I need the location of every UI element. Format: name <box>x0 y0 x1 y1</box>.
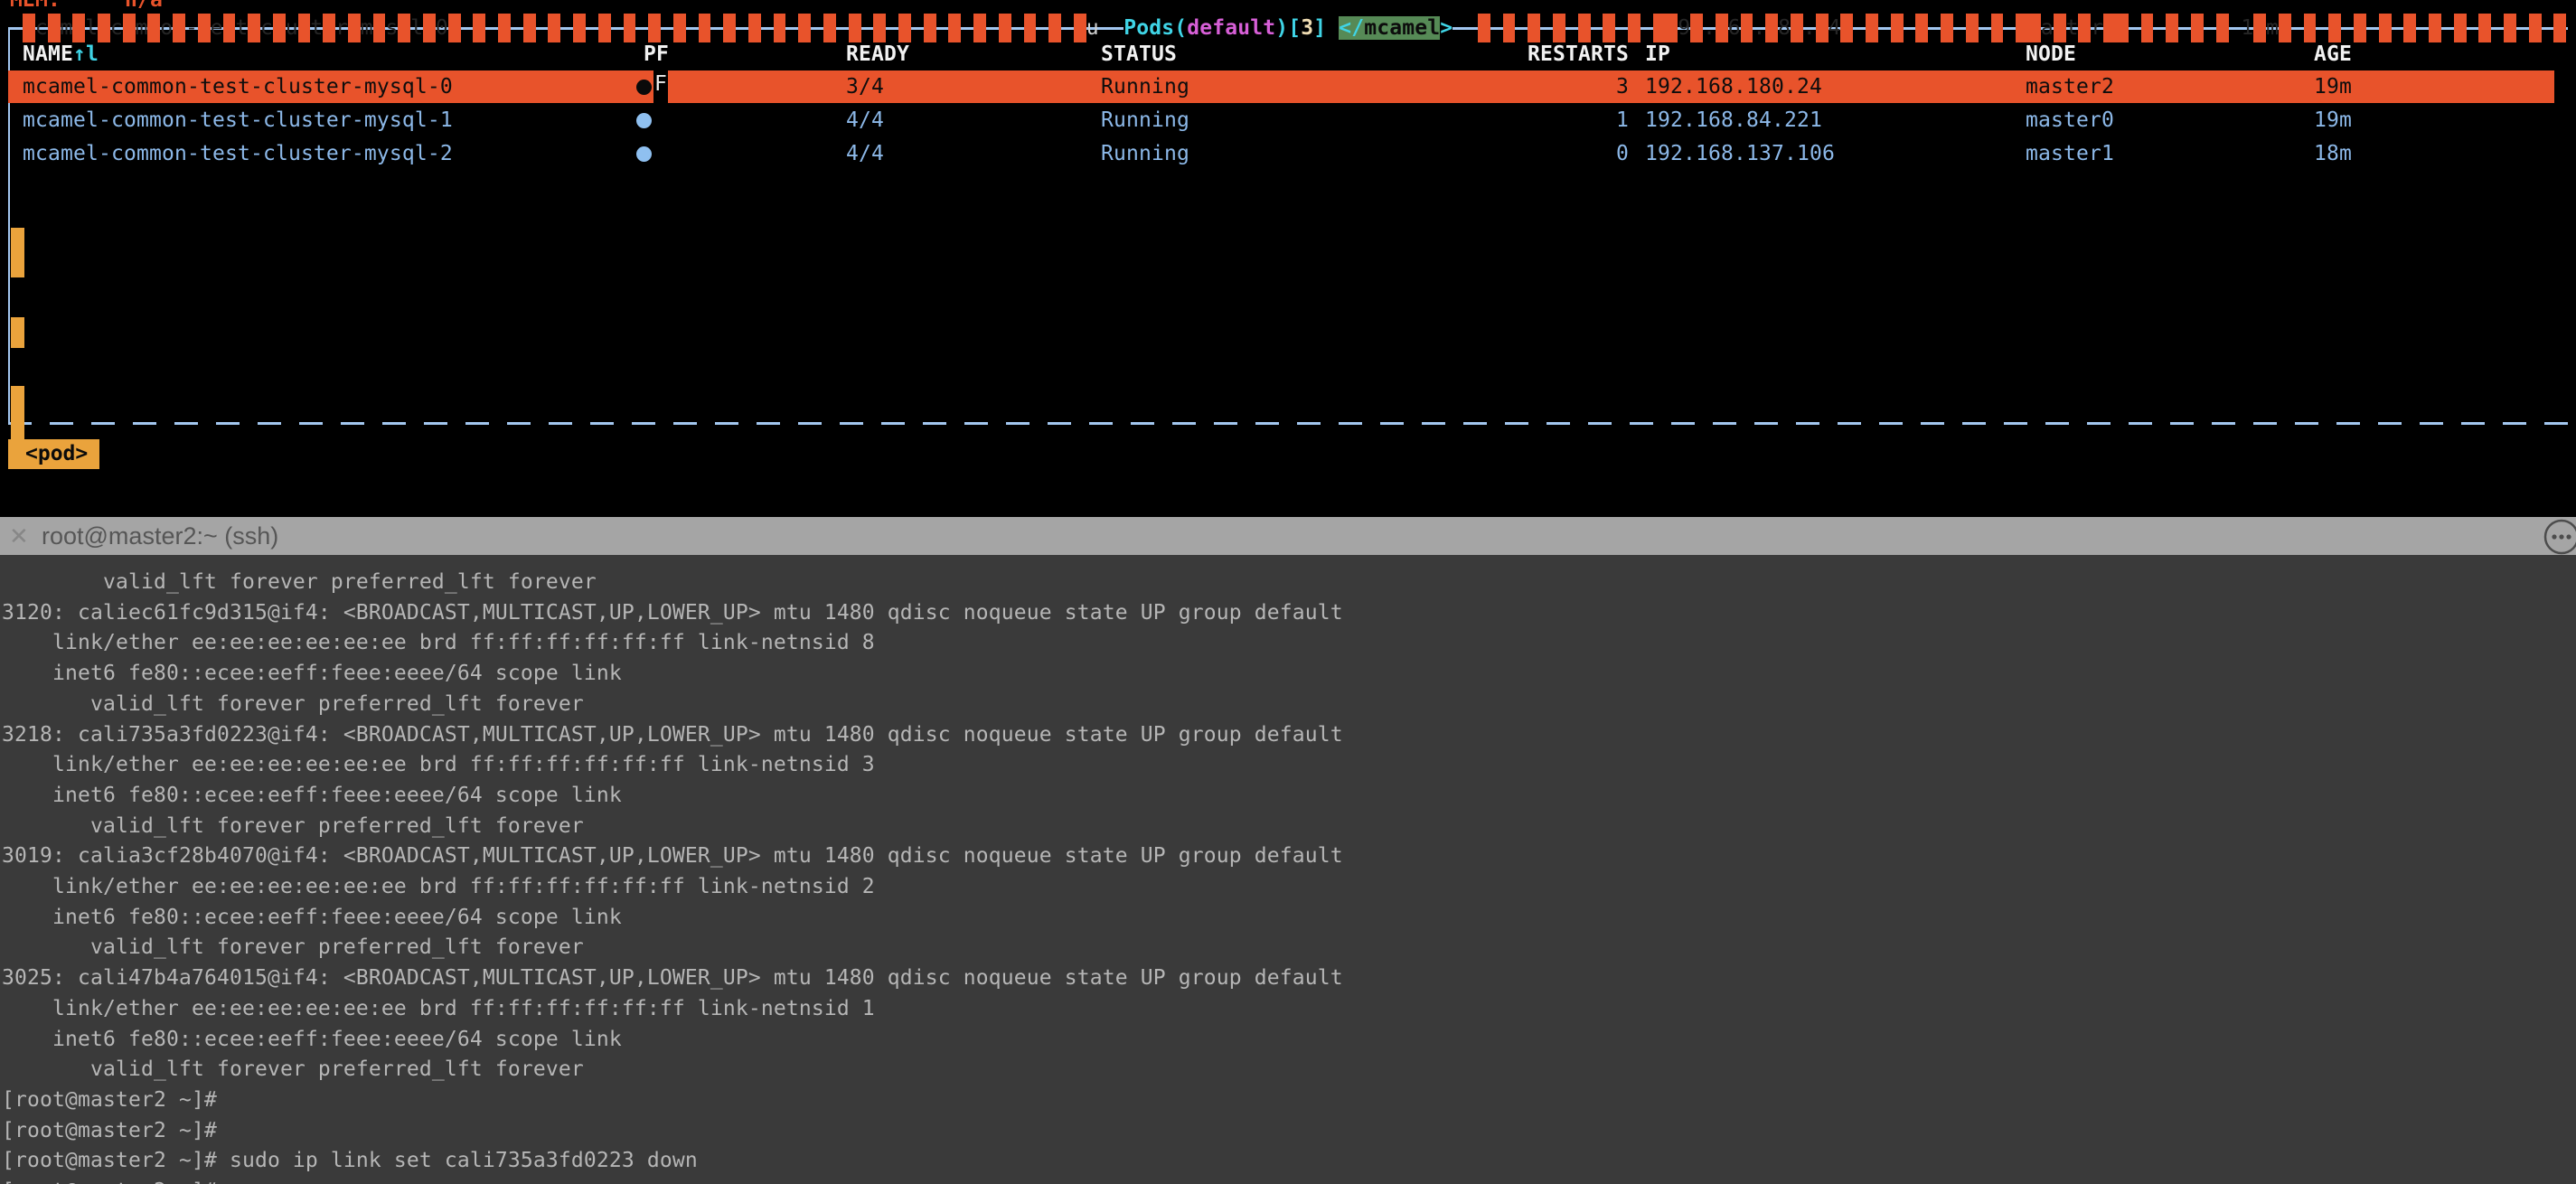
memory-value: n/a <box>125 0 163 13</box>
column-header-ip: IP <box>1645 38 1670 70</box>
pod-status: Running <box>1101 137 1189 170</box>
column-header-age: AGE <box>2314 38 2352 70</box>
pod-name: mcamel-common-test-cluster-mysql-2 <box>23 137 453 170</box>
breadcrumb-label: <pod> <box>25 442 88 465</box>
pf-indicator-dot <box>636 146 652 162</box>
memory-label: MEM: <box>10 0 61 13</box>
sort-arrow-icon: ↑ <box>73 42 86 66</box>
pf-cursor: F <box>653 66 668 103</box>
pod-age: 18m <box>2314 137 2352 170</box>
pod-node: master2 <box>2026 70 2114 103</box>
indicator-block <box>11 317 24 348</box>
column-header-ready: READY <box>846 38 909 70</box>
terminal-output[interactable]: valid_lft forever preferred_lft forever … <box>2 555 1356 1184</box>
breadcrumb: <pod> <box>8 439 99 469</box>
terminal-tab-title[interactable]: root@master2:~ (ssh) <box>42 517 278 555</box>
pod-status: Running <box>1101 104 1189 136</box>
column-header-restarts: RESTARTS <box>1528 38 1629 70</box>
pod-node: master0 <box>2026 104 2114 136</box>
pf-indicator-dot <box>636 80 652 95</box>
terminal-pane: ✕ root@master2:~ (ssh) valid_lft forever… <box>0 517 2576 1184</box>
pod-age: 19m <box>2314 70 2352 103</box>
pod-status: Running <box>1101 70 1189 103</box>
pod-name: mcamel-common-test-cluster-mysql-1 <box>23 104 453 136</box>
pod-ip: 192.168.137.106 <box>1645 137 1835 170</box>
pod-restarts: 3 <box>1529 70 1629 103</box>
pod-table-header: NAME↑lPFREADYSTATUSRESTARTSIPNODEAGE <box>0 38 2576 70</box>
pane-title: Pods(default)[3] </mcamel> <box>1123 14 1453 42</box>
k9s-pods-pane: MEM: n/a cmlcmo-etcutrmsl0uPods(default)… <box>0 0 2576 517</box>
column-header-name: NAME↑l <box>23 38 99 70</box>
marquee-border: cmlcmo-etcutrmsl0uPods(default)[3] </mca… <box>23 14 2576 42</box>
column-header-status: STATUS <box>1101 38 1177 70</box>
pf-indicator-dot <box>636 113 652 128</box>
column-header-node: NODE <box>2026 38 2076 70</box>
pod-age: 19m <box>2314 104 2352 136</box>
pod-ready: 4/4 <box>846 104 884 136</box>
screenshot-root: MEM: n/a cmlcmo-etcutrmsl0uPods(default)… <box>0 0 2576 1184</box>
indicator-block <box>11 228 24 277</box>
sort-key: l <box>86 42 99 66</box>
pod-ready: 3/4 <box>846 70 884 103</box>
pod-restarts: 1 <box>1529 104 1629 136</box>
pane-bottom-border <box>8 422 2576 425</box>
table-row[interactable]: mcamel-common-test-cluster-mysql-1 4/4 Run… <box>0 104 2576 136</box>
pod-ip: 192.168.180.24 <box>1645 70 1822 103</box>
pod-ip: 192.168.84.221 <box>1645 104 1822 136</box>
terminal-tab-bar: ✕ root@master2:~ (ssh) <box>0 517 2576 555</box>
pod-name: mcamel-common-test-cluster-mysql-0 <box>23 70 453 103</box>
table-row[interactable]: mcamel-common-test-cluster-mysql-0F3/4Ru… <box>0 70 2576 103</box>
close-icon[interactable]: ✕ <box>9 517 29 555</box>
more-options-icon[interactable] <box>2543 519 2576 555</box>
pod-restarts: 0 <box>1529 137 1629 170</box>
pod-ready: 4/4 <box>846 137 884 170</box>
table-row[interactable]: mcamel-common-test-cluster-mysql-2 4/4 Run… <box>0 137 2576 170</box>
pod-node: master1 <box>2026 137 2114 170</box>
